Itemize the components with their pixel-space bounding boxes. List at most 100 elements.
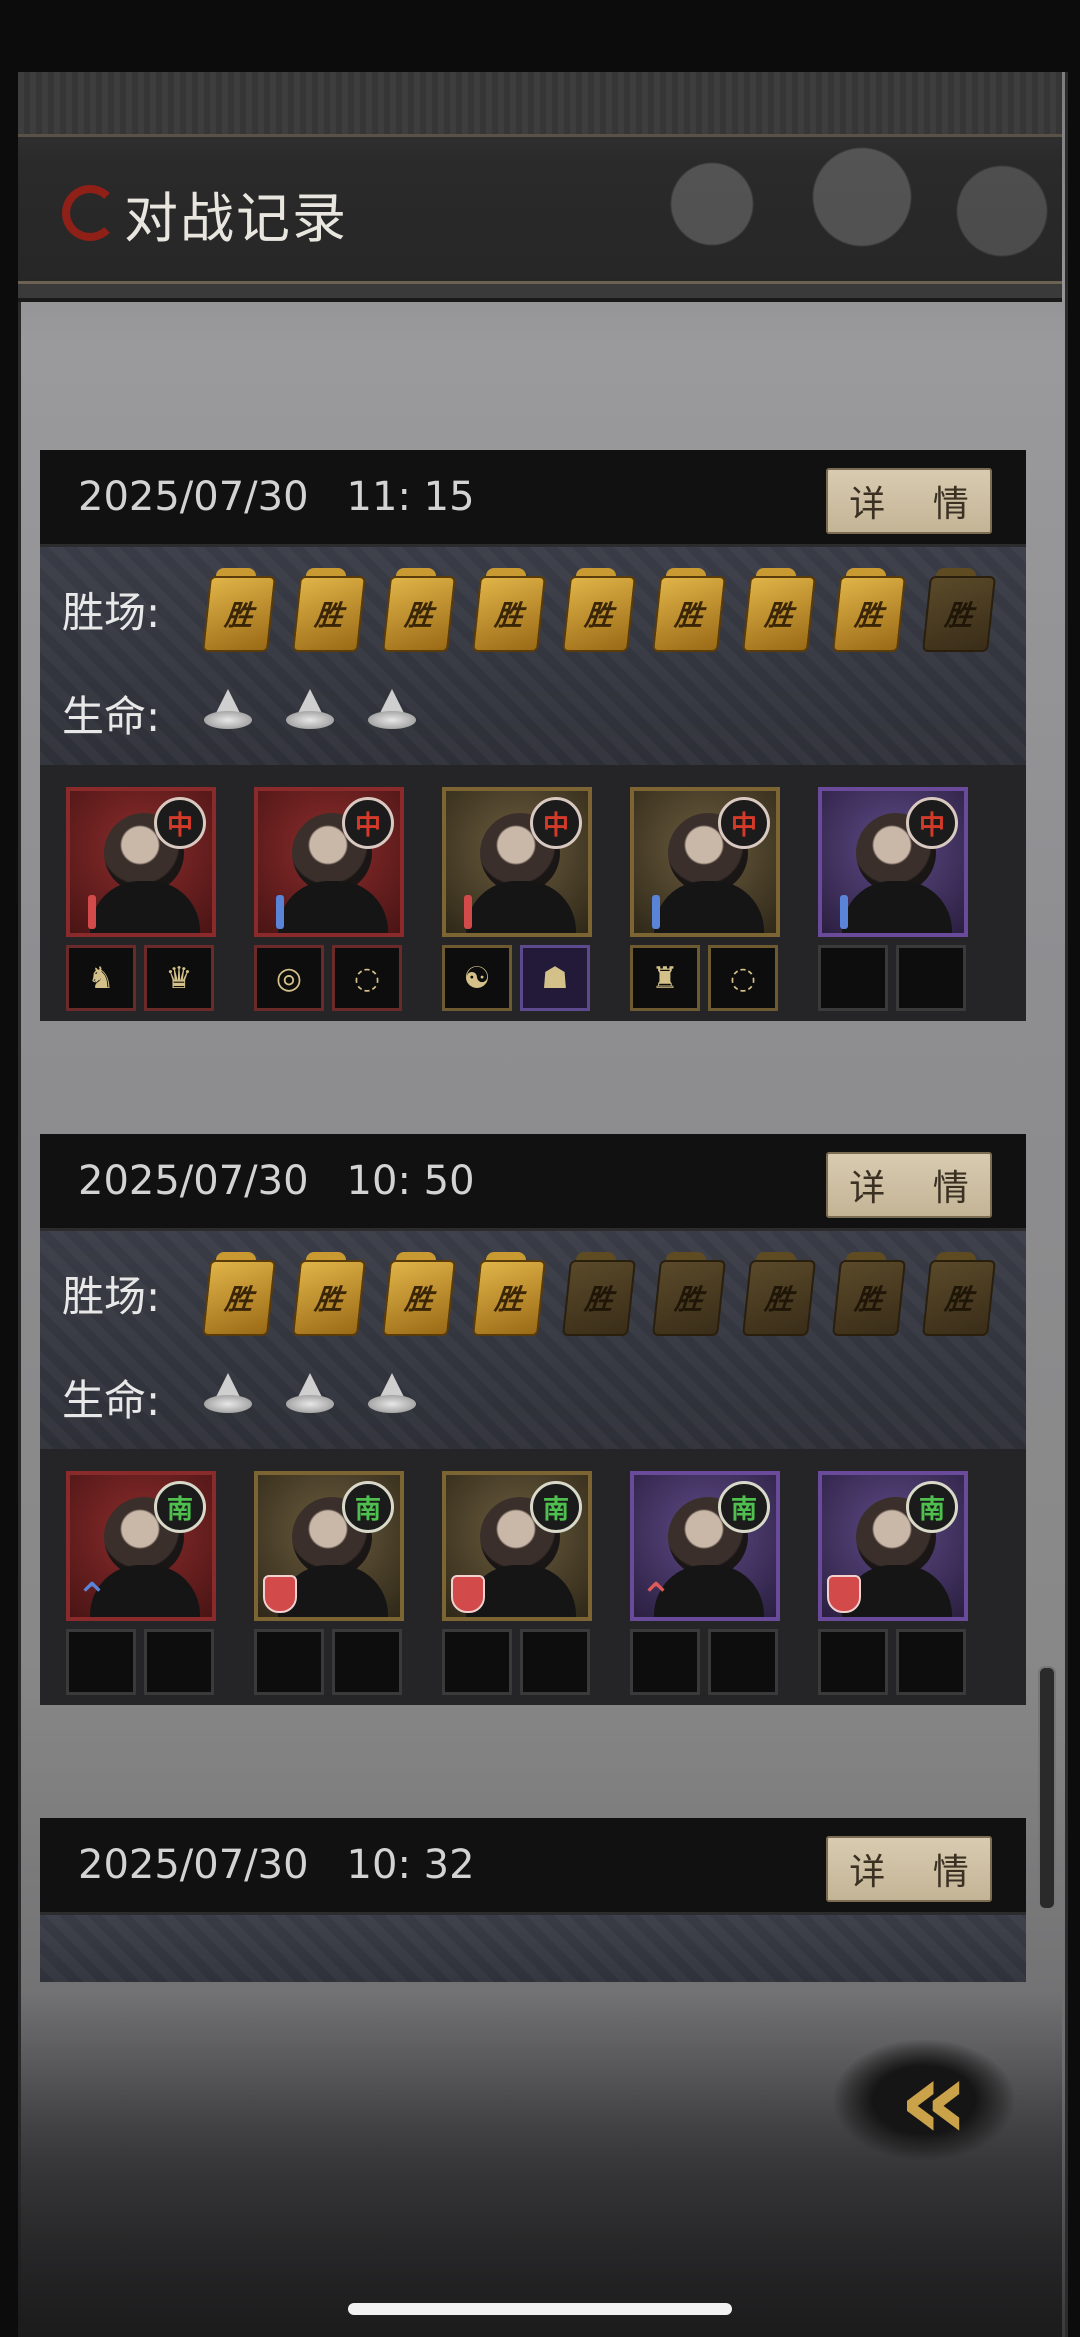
empty-slot [442,1629,512,1695]
empty-slot [332,1629,402,1695]
seat-badge: 南 [530,1481,582,1533]
unit-list: 中 ♞ ♛ 中 ◎ ◌ 中 ☯ ☗ 中 ♜ ◌ 中 [40,765,1026,1021]
win-token-empty-icon: 胜 [922,568,996,652]
blue-sword-icon [826,889,862,929]
wins-list: 胜胜胜胜胜胜胜胜胜 [202,568,996,652]
empty-slot [708,1629,778,1695]
record-header: 2025/07/30 10: 32 详 情 [40,1818,1026,1915]
hero-unit[interactable]: 中 ◎ ◌ [254,787,412,1011]
win-token-icon: 胜 [292,568,366,652]
yin-yang-icon: ☯ [442,945,512,1011]
record-header: 2025/07/30 10: 50 详 情 [40,1134,1026,1231]
hero-portrait: 南 [254,1471,404,1621]
back-button[interactable]: « [834,2040,1014,2160]
win-token-empty-icon: 胜 [562,1252,636,1336]
record-date: 2025/07/30 [78,1158,309,1204]
seat-badge: 南 [718,1481,770,1533]
seat-badge: 南 [342,1481,394,1533]
hero-unit[interactable]: 南 [442,1471,600,1695]
lives-list [202,689,418,737]
seat-badge: 南 [906,1481,958,1533]
record-summary: 胜场: 胜胜胜胜胜胜胜胜胜 生命: [40,547,1026,765]
seat-badge: 中 [154,797,206,849]
hero-portrait: 中 [630,787,780,937]
bamboo-hat-life-icon [202,689,254,737]
equipment-slots [442,1629,600,1695]
bamboo-hat-life-icon [366,1373,418,1421]
equipment-slots: ♜ ◌ [630,945,788,1011]
unit-list: 南南南南南 [40,1449,1026,1705]
equipment-slots: ◎ ◌ [254,945,412,1011]
record-time: 11: 15 [346,474,475,520]
ring-icon: ◌ [708,945,778,1011]
record-date: 2025/07/30 [78,474,309,520]
equipment-slots: ♞ ♛ [66,945,224,1011]
record-card: 2025/07/30 11: 15 详 情 胜场: 胜胜胜胜胜胜胜胜胜 生命: … [40,450,1026,1021]
wins-label: 胜场: [62,587,161,637]
hero-portrait: 中 [66,787,216,937]
equipment-slots [818,945,976,1011]
scrollbar[interactable] [1038,1666,1056,1910]
detail-button[interactable]: 详 情 [826,1152,992,1218]
lives-row: 生命: [40,1345,1026,1449]
lives-label: 生命: [62,691,161,741]
record-summary: 胜场: 胜胜胜胜胜胜胜胜胜 生命: [40,1231,1026,1449]
red-chevron-icon [638,1573,674,1613]
detail-button[interactable]: 详 情 [826,468,992,534]
win-token-empty-icon: 胜 [652,1252,726,1336]
mask-icon: ☗ [520,945,590,1011]
win-token-icon: 胜 [202,568,276,652]
page-title: 对战记录 [124,186,348,250]
red-sword-icon [450,889,486,929]
empty-slot [818,1629,888,1695]
shield-icon [826,1573,862,1613]
empty-slot [896,945,966,1011]
home-indicator[interactable] [348,2303,732,2315]
seat-badge: 中 [530,797,582,849]
equipment-slots: ☯ ☗ [442,945,600,1011]
win-token-icon: 胜 [652,568,726,652]
win-token-empty-icon: 胜 [922,1252,996,1336]
record-card: 2025/07/30 10: 50 详 情 胜场: 胜胜胜胜胜胜胜胜胜 生命: … [40,1134,1026,1705]
hero-portrait: 南 [66,1471,216,1621]
win-token-icon: 胜 [472,568,546,652]
win-token-icon: 胜 [562,568,636,652]
hero-unit[interactable]: 南 [818,1471,976,1695]
empty-slot [630,1629,700,1695]
win-token-icon: 胜 [382,568,456,652]
blue-sword-icon [638,889,674,929]
hero-unit[interactable]: 中 ♜ ◌ [630,787,788,1011]
shield-icon [450,1573,486,1613]
wins-label: 胜场: [62,1271,161,1321]
hero-unit[interactable]: 中 [818,787,976,1011]
detail-button[interactable]: 详 情 [826,1836,992,1902]
win-token-icon: 胜 [742,568,816,652]
hero-unit[interactable]: 南 [254,1471,412,1695]
cloud-ornament-icon [562,134,1062,274]
red-sword-icon [74,889,110,929]
bamboo-hat-life-icon [284,689,336,737]
equipment-slots [818,1629,976,1695]
hero-unit[interactable]: 南 [66,1471,224,1695]
lives-row: 生命: [40,661,1026,765]
double-chevron-left-icon: « [898,2036,969,2164]
hero-portrait: 南 [818,1471,968,1621]
seat-badge: 中 [342,797,394,849]
record-card: 2025/07/30 10: 32 详 情 [40,1818,1026,1982]
equipment-slots [630,1629,788,1695]
blue-chevron-icon [74,1573,110,1613]
hero-unit[interactable]: 中 ☯ ☗ [442,787,600,1011]
lives-label: 生命: [62,1375,161,1425]
equipment-slots [66,1629,224,1695]
hero-unit[interactable]: 南 [630,1471,788,1695]
hero-unit[interactable]: 中 ♞ ♛ [66,787,224,1011]
empty-slot [144,1629,214,1695]
win-token-icon: 胜 [832,568,906,652]
wins-list: 胜胜胜胜胜胜胜胜胜 [202,1252,996,1336]
empty-slot [66,1629,136,1695]
pouch-icon: ♜ [630,945,700,1011]
hero-portrait: 中 [254,787,404,937]
record-summary [40,1915,1026,1982]
seat-badge: 南 [154,1481,206,1533]
lives-list [202,1373,418,1421]
